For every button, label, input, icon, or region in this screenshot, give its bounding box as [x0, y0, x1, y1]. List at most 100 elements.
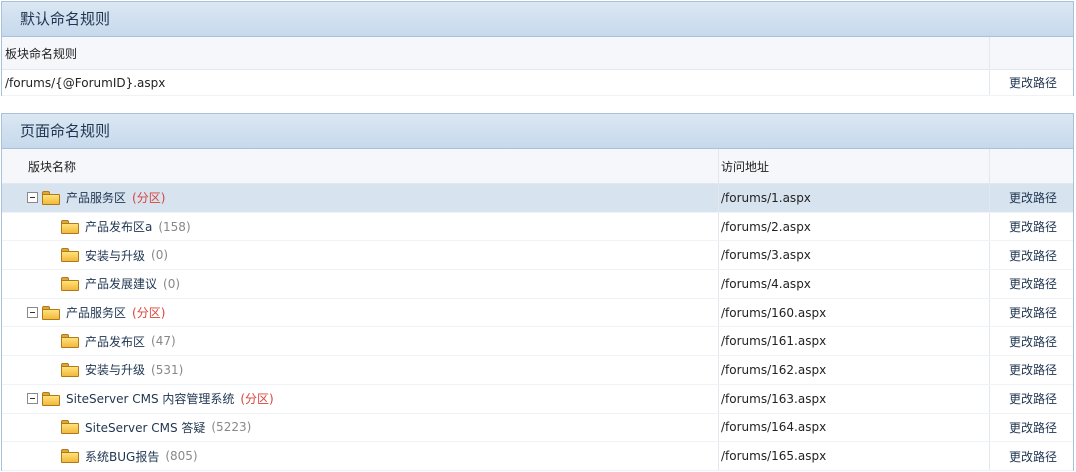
forum-row[interactable]: 产品发展建议 (0) /forums/4.aspx 更改路径	[2, 270, 1073, 299]
column-divider	[989, 241, 990, 270]
change-path-link[interactable]: 更改路径	[1009, 390, 1057, 407]
column-divider	[989, 37, 990, 69]
section-badge: (分区)	[240, 392, 274, 407]
collapse-toggle-icon[interactable]	[27, 393, 38, 405]
forum-address: /forums/161.aspx	[721, 334, 827, 349]
forum-name-cell: SiteServer CMS 内容管理系统 (分区)	[27, 390, 274, 407]
forum-name-cell: 产品发布区a (158)	[61, 218, 191, 235]
folder-icon	[61, 334, 79, 349]
forum-row[interactable]: 产品服务区 (分区) /forums/160.aspx 更改路径	[2, 298, 1073, 328]
folder-icon	[61, 449, 79, 464]
default-rule-value: /forums/{@ForumID}.aspx	[5, 75, 166, 90]
forum-address: /forums/165.aspx	[721, 449, 827, 464]
column-divider	[989, 298, 990, 327]
section-badge: (分区)	[132, 306, 166, 321]
folder-icon	[42, 391, 60, 406]
forum-name[interactable]: SiteServer CMS 答疑	[85, 419, 205, 436]
change-path-link[interactable]: 更改路径	[1009, 419, 1057, 436]
column-divider	[718, 212, 719, 241]
column-divider	[989, 212, 990, 241]
folder-icon	[61, 420, 79, 435]
column-divider	[989, 356, 990, 384]
topic-count: (0)	[163, 276, 181, 291]
forum-name[interactable]: SiteServer CMS 内容管理系统	[66, 390, 234, 407]
column-divider	[989, 270, 990, 298]
topic-count: (805)	[165, 449, 198, 464]
folder-icon	[42, 190, 60, 205]
column-divider	[718, 413, 719, 442]
topic-count: (531)	[151, 362, 184, 377]
topic-count: (0)	[151, 248, 169, 263]
page-rules-panel: 页面命名规则 版块名称 访问地址 产品服务区 (分区) /forums/1.aspx…	[1, 113, 1074, 471]
forum-row[interactable]: 系统BUG报告 (805) /forums/165.aspx 更改路径	[2, 442, 1073, 471]
forum-name[interactable]: 产品发布区a	[85, 218, 152, 235]
change-path-link[interactable]: 更改路径	[1009, 361, 1057, 378]
topic-count: (5223)	[211, 420, 252, 435]
forum-address: /forums/2.aspx	[721, 219, 811, 234]
forum-name[interactable]: 安装与升级	[85, 247, 145, 264]
column-divider	[718, 384, 719, 413]
default-rules-value-row: /forums/{@ForumID}.aspx 更改路径	[2, 70, 1073, 96]
forum-name-cell: 产品发布区 (47)	[61, 333, 176, 350]
column-divider	[718, 298, 719, 327]
forum-name[interactable]: 产品服务区	[66, 189, 126, 206]
forum-name-cell: 安装与升级 (0)	[61, 247, 168, 264]
change-path-link[interactable]: 更改路径	[1009, 275, 1057, 292]
topic-count: (47)	[151, 334, 176, 349]
change-path-link[interactable]: 更改路径	[1009, 333, 1057, 350]
change-path-link[interactable]: 更改路径	[1009, 304, 1057, 321]
default-rules-header-row: 板块命名规则	[2, 37, 1073, 70]
forum-name-cell: 产品服务区 (分区)	[27, 189, 165, 206]
forum-row[interactable]: 产品发布区a (158) /forums/2.aspx 更改路径	[2, 212, 1073, 242]
column-divider	[718, 356, 719, 384]
forum-row[interactable]: 产品服务区 (分区) /forums/1.aspx 更改路径	[2, 184, 1073, 213]
column-divider	[989, 149, 990, 183]
default-rules-header-label: 板块命名规则	[5, 46, 78, 61]
collapse-toggle-icon[interactable]	[27, 307, 38, 319]
forum-address: /forums/3.aspx	[721, 248, 811, 263]
column-divider	[989, 327, 990, 356]
forum-name[interactable]: 产品发展建议	[85, 275, 157, 292]
column-divider	[989, 70, 990, 95]
forum-name-cell: 产品发展建议 (0)	[61, 275, 180, 292]
column-divider	[989, 184, 990, 212]
column-divider	[718, 149, 719, 183]
forum-name[interactable]: 产品服务区	[66, 304, 126, 321]
forum-address: /forums/162.aspx	[721, 362, 827, 377]
forum-address: /forums/4.aspx	[721, 276, 811, 291]
forum-address: /forums/164.aspx	[721, 420, 827, 435]
forum-row[interactable]: SiteServer CMS 答疑 (5223) /forums/164.aspx 更…	[2, 413, 1073, 443]
column-header-address: 访问地址	[721, 159, 770, 174]
column-divider	[718, 184, 719, 212]
column-divider	[718, 327, 719, 356]
page-rules-title: 页面命名规则	[2, 114, 1073, 149]
change-path-link[interactable]: 更改路径	[1009, 247, 1057, 264]
page-rules-header-row: 版块名称 访问地址	[2, 149, 1073, 184]
column-divider	[989, 413, 990, 442]
forum-row[interactable]: 安装与升级 (0) /forums/3.aspx 更改路径	[2, 241, 1073, 271]
forum-name-cell: 系统BUG报告 (805)	[61, 448, 198, 465]
collapse-toggle-icon[interactable]	[27, 192, 38, 204]
forum-name[interactable]: 产品发布区	[85, 333, 145, 350]
forum-address: /forums/160.aspx	[721, 305, 827, 320]
change-path-link[interactable]: 更改路径	[1009, 189, 1057, 206]
forum-name[interactable]: 安装与升级	[85, 361, 145, 378]
forum-name-cell: SiteServer CMS 答疑 (5223)	[61, 419, 251, 436]
column-divider	[718, 442, 719, 470]
change-path-link[interactable]: 更改路径	[1009, 448, 1057, 465]
change-path-link[interactable]: 更改路径	[1009, 74, 1057, 91]
folder-icon	[61, 276, 79, 291]
default-rules-panel: 默认命名规则 板块命名规则 /forums/{@ForumID}.aspx 更改…	[1, 1, 1074, 96]
forum-name-cell: 产品服务区 (分区)	[27, 304, 165, 321]
forum-row[interactable]: 安装与升级 (531) /forums/162.aspx 更改路径	[2, 356, 1073, 385]
column-divider	[718, 241, 719, 270]
forum-name[interactable]: 系统BUG报告	[85, 448, 159, 465]
column-header-name: 版块名称	[28, 159, 77, 174]
forum-row[interactable]: 产品发布区 (47) /forums/161.aspx 更改路径	[2, 327, 1073, 357]
forum-name-cell: 安装与升级 (531)	[61, 361, 183, 378]
change-path-link[interactable]: 更改路径	[1009, 218, 1057, 235]
column-divider	[989, 442, 990, 470]
forum-list: 产品服务区 (分区)/forums/1.aspx 更改路径产品发布区a (158) /f…	[2, 184, 1073, 471]
forum-row[interactable]: SiteServer CMS 内容管理系统 (分区) /forums/163.asp…	[2, 384, 1073, 414]
column-divider	[989, 384, 990, 413]
